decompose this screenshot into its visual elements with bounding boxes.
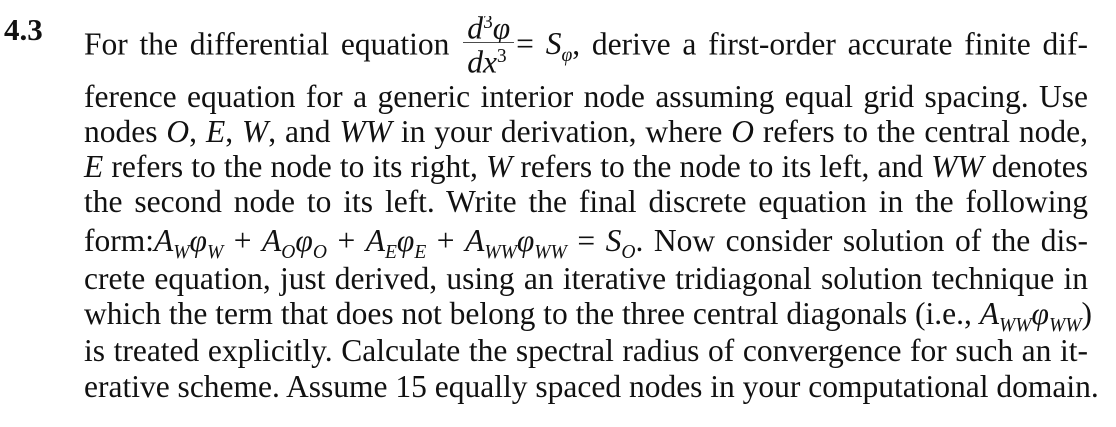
problem-page: 4.3 For the differential equation d3φ dx…: [0, 0, 1116, 427]
problem-number: 4.3: [4, 12, 43, 47]
problem-line-2: ference equation for a generic interior …: [84, 79, 1088, 114]
problem-line-9: is treated explicitly. Calculate the spe…: [84, 333, 1088, 368]
problem-line-5: the second node to its left. Write the f…: [84, 184, 1088, 219]
problem-line-10: erative scheme. Assume 15 equally spaced…: [84, 369, 1099, 404]
third-derivative-fraction: d3φ dx3: [463, 10, 515, 80]
discrete-equation: AWφW + AOφO + AEφE + AWWφWW = SO: [153, 223, 636, 263]
problem-line-1: For the differential equation d3φ dx3 = …: [84, 14, 1088, 80]
line1-rest: , derive a first-order accurate finite d…: [572, 26, 1089, 62]
fraction-numerator: d3φ: [463, 16, 515, 43]
line1-intro: For the differential equation: [84, 26, 450, 62]
problem-line-3: nodes O, E, W, and WW in your derivation…: [84, 114, 1089, 149]
fraction-denominator: dx3: [467, 44, 507, 80]
problem-line-7: crete equation, just derived, using an i…: [84, 261, 1088, 296]
equation-rhs: = Sφ: [516, 26, 573, 67]
problem-line-4: E refers to the node to its right, W ref…: [84, 149, 1088, 184]
